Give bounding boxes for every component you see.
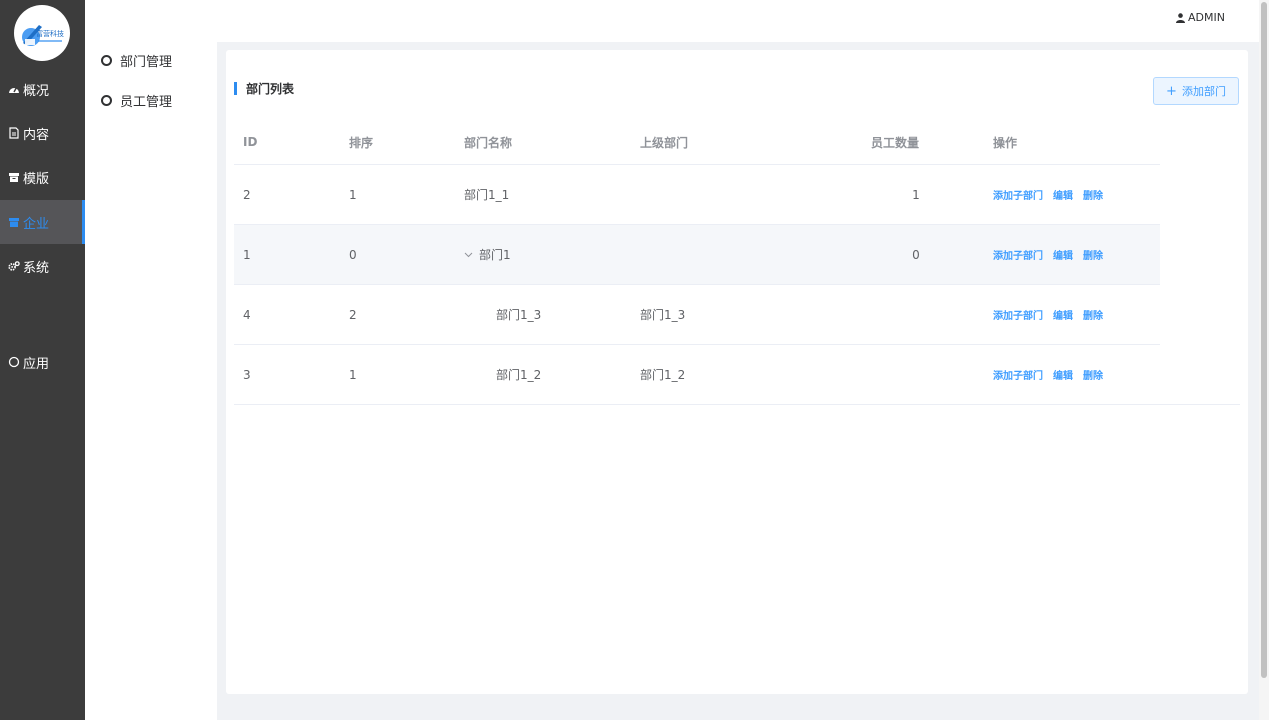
nav-item-enterprise[interactable]: 企业 <box>0 200 85 244</box>
plus-icon: + <box>1166 83 1177 99</box>
cell-sort: 0 <box>349 247 357 262</box>
nav-item-label: 概况 <box>23 83 50 99</box>
edit-link[interactable]: 编辑 <box>1053 247 1073 262</box>
chevron-down-icon[interactable] <box>464 252 473 258</box>
cell-name: 部门1_2 <box>496 368 542 382</box>
table-header: ID 排序 部门名称 上级部门 员工数量 操作 <box>234 119 1160 165</box>
sub-nav-item-departments[interactable]: 部门管理 <box>101 50 172 70</box>
cell-actions: 添加子部门 编辑 删除 <box>993 285 1113 344</box>
user-menu[interactable]: ADMIN <box>1176 11 1225 24</box>
top-header: ADMIN <box>85 0 1259 42</box>
user-name: ADMIN <box>1188 11 1225 24</box>
circle-icon <box>8 356 20 368</box>
table-row: 4 2 部门1_3 部门1_3 添加子部门 编辑 删除 <box>234 285 1160 345</box>
edit-link[interactable]: 编辑 <box>1053 367 1073 382</box>
sub-nav-label: 员工管理 <box>120 94 173 110</box>
company-logo[interactable]: 富营科技 <box>14 5 70 61</box>
delete-link[interactable]: 删除 <box>1083 187 1103 202</box>
cell-actions: 添加子部门 编辑 删除 <box>993 345 1113 404</box>
user-icon <box>1176 12 1186 23</box>
document-icon <box>8 127 20 139</box>
add-sub-department-link[interactable]: 添加子部门 <box>993 247 1043 262</box>
nav-item-label: 企业 <box>23 216 50 232</box>
circle-icon <box>101 94 112 106</box>
gear-icon <box>8 260 20 272</box>
cell-count: 0 <box>912 247 920 262</box>
delete-link[interactable]: 删除 <box>1083 307 1103 322</box>
nav-item-content[interactable]: 内容 <box>0 111 85 155</box>
edit-link[interactable]: 编辑 <box>1053 307 1073 322</box>
nav-item-apps[interactable]: 应用 <box>0 340 85 384</box>
sub-nav: 部门管理 员工管理 <box>85 42 217 720</box>
cell-parent: 部门1_2 <box>640 368 686 382</box>
cell-count <box>871 345 961 404</box>
sub-nav-item-employees[interactable]: 员工管理 <box>101 90 172 110</box>
main-nav: 富营科技 概况 内容 模版 企业 系统 应用 <box>0 0 85 720</box>
cell-sort: 1 <box>349 367 357 382</box>
card-title: 部门列表 <box>234 81 294 96</box>
cell-id: 4 <box>243 307 251 322</box>
nav-item-label: 内容 <box>23 127 50 143</box>
svg-text:富营科技: 富营科技 <box>36 29 64 38</box>
cell-id: 3 <box>243 367 251 382</box>
delete-link[interactable]: 删除 <box>1083 367 1103 382</box>
building-icon <box>8 216 20 228</box>
department-list-card: 部门列表 + 添加部门 ID 排序 部门名称 上级部门 员工数量 操作 2 1 … <box>226 50 1248 694</box>
add-sub-department-link[interactable]: 添加子部门 <box>993 367 1043 382</box>
cell-sort: 2 <box>349 307 357 322</box>
cell-id: 1 <box>243 247 251 262</box>
column-header-parent: 上级部门 <box>640 135 689 150</box>
cell-id: 2 <box>243 187 251 202</box>
column-header-actions: 操作 <box>993 135 1018 150</box>
nav-item-label: 应用 <box>23 356 50 372</box>
title-accent-bar <box>234 81 237 95</box>
scrollbar-thumb[interactable] <box>1261 2 1267 678</box>
nav-item-overview[interactable]: 概况 <box>0 67 85 111</box>
add-sub-department-link[interactable]: 添加子部门 <box>993 307 1043 322</box>
table-row: 3 1 部门1_2 部门1_2 添加子部门 编辑 删除 <box>234 345 1240 405</box>
nav-item-templates[interactable]: 模版 <box>0 155 85 199</box>
cell-parent: 部门1_3 <box>640 308 686 322</box>
add-department-button[interactable]: + 添加部门 <box>1153 77 1239 105</box>
cell-actions: 添加子部门 编辑 删除 <box>993 225 1113 284</box>
circle-icon <box>101 54 112 66</box>
column-header-count: 员工数量 <box>871 135 920 150</box>
department-table: ID 排序 部门名称 上级部门 员工数量 操作 2 1 部门1_1 1 添加子部… <box>234 119 1240 405</box>
sub-nav-label: 部门管理 <box>120 54 173 70</box>
cell-name: 部门1 <box>464 225 511 284</box>
cell-sort: 1 <box>349 187 357 202</box>
table-row: 1 0 部门1 0 添加子部门 编辑 删除 <box>234 225 1160 285</box>
delete-link[interactable]: 删除 <box>1083 247 1103 262</box>
cell-count <box>871 285 961 344</box>
page-scrollbar[interactable] <box>1259 0 1269 720</box>
cell-name: 部门1_1 <box>464 188 510 202</box>
table-row: 2 1 部门1_1 1 添加子部门 编辑 删除 <box>234 165 1160 225</box>
archive-icon <box>8 171 20 183</box>
column-header-name: 部门名称 <box>464 135 513 150</box>
column-header-sort: 排序 <box>349 135 374 150</box>
cell-count: 1 <box>912 187 920 202</box>
nav-item-label: 系统 <box>23 260 50 276</box>
column-header-id: ID <box>243 135 258 149</box>
add-sub-department-link[interactable]: 添加子部门 <box>993 187 1043 202</box>
edit-link[interactable]: 编辑 <box>1053 187 1073 202</box>
dashboard-icon <box>8 83 20 95</box>
cell-actions: 添加子部门 编辑 删除 <box>993 165 1113 224</box>
nav-item-system[interactable]: 系统 <box>0 244 85 288</box>
cell-name: 部门1_3 <box>496 308 542 322</box>
nav-item-label: 模版 <box>23 171 50 187</box>
